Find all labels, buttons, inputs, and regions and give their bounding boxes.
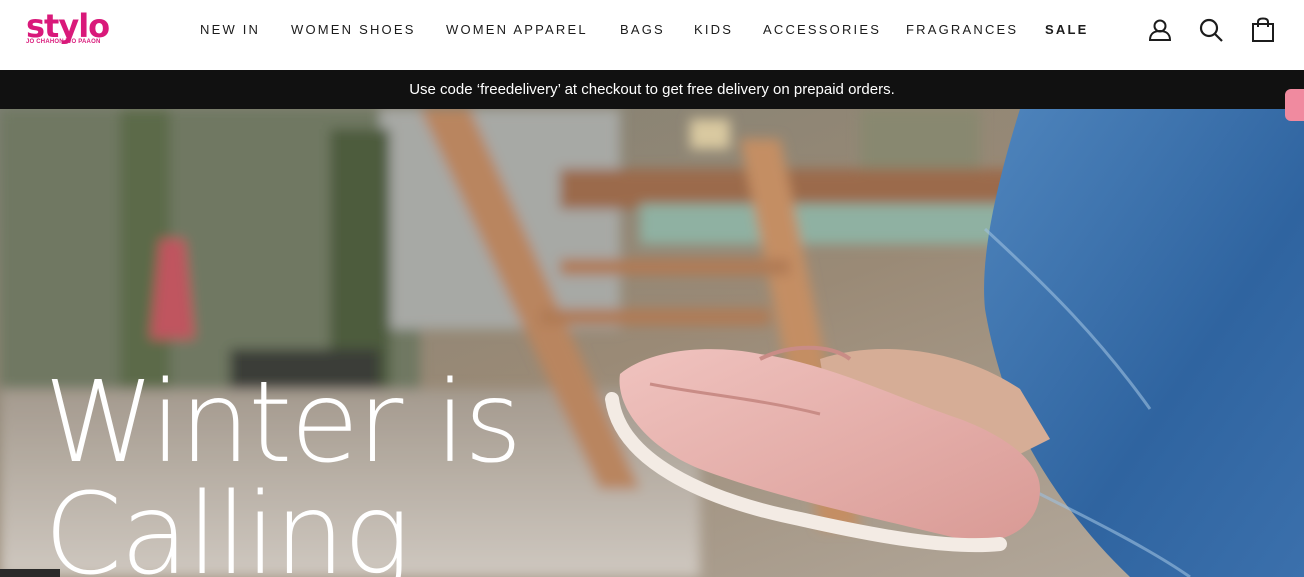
side-widget-tab[interactable] — [1285, 89, 1304, 121]
brand-tagline: JO CHAHON WO PAAON — [26, 39, 101, 45]
brand-logo[interactable]: stylo JO CHAHON WO PAAON — [26, 7, 116, 50]
nav-item-women-apparel[interactable]: WOMEN APPAREL — [446, 22, 588, 38]
nav-item-fragrances[interactable]: FRAGRANCES — [906, 22, 1018, 38]
hero-title: Winter is Calling — [44, 358, 522, 577]
nav-item-women-shoes[interactable]: WOMEN SHOES — [291, 22, 416, 38]
cart-icon[interactable] — [1250, 17, 1276, 43]
nav-item-sale[interactable]: SALE — [1045, 22, 1088, 38]
search-icon[interactable] — [1198, 17, 1224, 43]
nav-item-accessories[interactable]: ACCESSORIES — [763, 22, 881, 38]
nav-item-kids[interactable]: KIDS — [694, 22, 733, 38]
status-badge — [0, 569, 60, 577]
nav-item-bags[interactable]: BAGS — [620, 22, 665, 38]
promo-text: Use code ‘freedelivery’ at checkout to g… — [409, 81, 895, 98]
hero-banner[interactable]: Winter is Calling — [0, 109, 1304, 577]
account-icon[interactable] — [1147, 17, 1173, 43]
nav-item-new-in[interactable]: NEW IN — [200, 22, 260, 38]
promo-banner: Use code ‘freedelivery’ at checkout to g… — [0, 70, 1304, 109]
site-header: stylo JO CHAHON WO PAAON NEW IN WOMEN SH… — [0, 0, 1304, 70]
